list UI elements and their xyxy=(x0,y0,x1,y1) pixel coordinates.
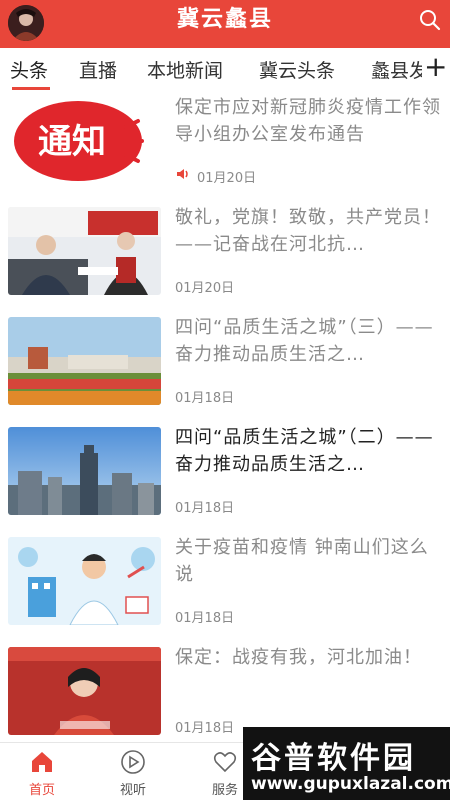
home-icon xyxy=(32,752,52,772)
channel-tabs: 头条 直播 本地新闻 冀云头条 蠡县发 + xyxy=(0,48,450,91)
news-item[interactable]: 通知 保定市应对新冠肺炎疫情工作领导小组办公室发布通告 01月20日 xyxy=(0,90,450,201)
news-date: 01月18日 xyxy=(175,391,235,406)
news-title: 敬礼，党旗！致敬，共产党员！——记奋战在河北抗… xyxy=(175,207,441,255)
play-icon xyxy=(121,750,145,774)
search-icon[interactable] xyxy=(418,8,442,32)
news-title: 四问“品质生活之城”（三）——奋力推动品质生活之… xyxy=(175,317,434,365)
speaker-icon xyxy=(177,169,188,179)
news-date: 01月20日 xyxy=(197,171,257,186)
tab-live[interactable]: 直播 xyxy=(79,56,117,83)
news-item[interactable]: 敬礼，党旗！致敬，共产党员！——记奋战在河北抗… 01月20日 xyxy=(0,200,450,311)
tab-local-news[interactable]: 本地新闻 xyxy=(147,56,223,83)
news-date: 01月18日 xyxy=(175,611,235,626)
tab-lixian[interactable]: 蠡县发 xyxy=(371,56,428,83)
plus-icon: + xyxy=(424,50,448,83)
nav-video-label: 视听 xyxy=(119,783,146,798)
news-title: 四问“品质生活之城”（二）——奋力推动品质生活之… xyxy=(175,427,434,475)
add-channel-button[interactable]: + xyxy=(422,48,450,90)
news-date: 01月20日 xyxy=(175,281,235,296)
watermark-text: 谷普软件园 xyxy=(251,741,416,776)
news-thumbnail: 通知 xyxy=(8,97,161,185)
news-title: 关于疫苗和疫情 钟南山们这么说 xyxy=(175,537,429,585)
nav-home[interactable]: 首页 xyxy=(7,743,77,801)
news-item[interactable]: 四问“品质生活之城”（三）——奋力推动品质生活之… 01月18日 xyxy=(0,310,450,421)
notice-text: 通知 xyxy=(38,122,106,162)
news-date: 01月18日 xyxy=(175,721,235,736)
news-title: 保定：战疫有我，河北加油！ xyxy=(175,647,422,668)
heart-icon xyxy=(213,752,237,773)
news-thumbnail xyxy=(8,427,161,515)
news-thumbnail xyxy=(8,317,161,405)
tab-headlines[interactable]: 头条 xyxy=(10,56,48,83)
tab-jiyun-headlines[interactable]: 冀云头条 xyxy=(259,56,335,83)
news-item[interactable]: 四问“品质生活之城”（二）——奋力推动品质生活之… 01月18日 xyxy=(0,420,450,531)
nav-home-label: 首页 xyxy=(28,783,55,798)
news-thumbnail xyxy=(8,647,161,735)
news-thumbnail xyxy=(8,207,161,295)
nav-video[interactable]: 视听 xyxy=(98,743,168,801)
app-header: 冀云蠡县 xyxy=(0,0,450,48)
watermark: 谷普软件园 www.gupuxlazal.com xyxy=(243,727,450,800)
news-item[interactable]: 关于疫苗和疫情 钟南山们这么说 01月18日 xyxy=(0,530,450,641)
news-title: 保定市应对新冠肺炎疫情工作领导小组办公室发布通告 xyxy=(175,97,441,145)
watermark-url: www.gupuxlazal.com xyxy=(251,774,450,794)
news-date: 01月18日 xyxy=(175,501,235,516)
news-thumbnail xyxy=(8,537,161,625)
app-title: 冀云蠡县 xyxy=(176,7,273,32)
